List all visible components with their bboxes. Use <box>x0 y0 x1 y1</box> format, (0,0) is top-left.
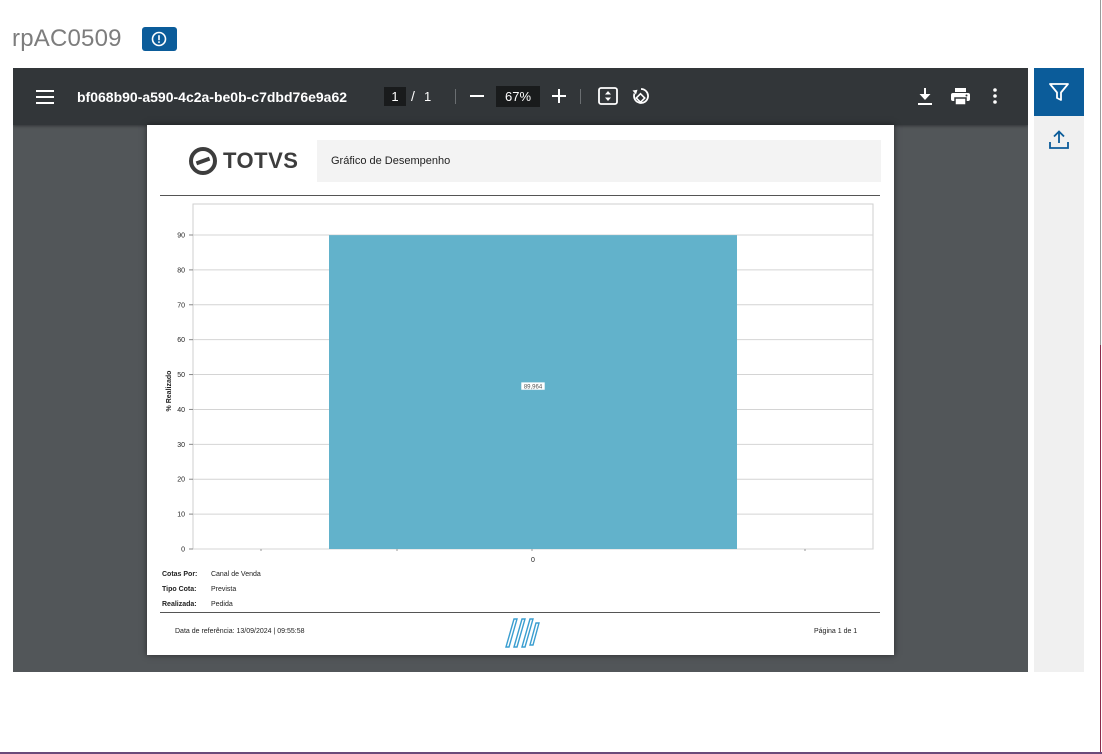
filter-row-cotas: Cotas Por: Canal de Venda <box>162 571 261 578</box>
chart-x-ticks: 0 <box>531 557 535 564</box>
more-vertical-icon <box>993 88 997 104</box>
footer-divider <box>160 612 880 613</box>
filter-value: Canal de Venda <box>210 571 261 578</box>
plus-icon <box>552 89 566 103</box>
data-label: 89,964 <box>524 384 543 390</box>
filter-button[interactable] <box>1034 68 1084 116</box>
y-tick-label: 70 <box>177 302 185 309</box>
upload-icon <box>1049 130 1069 149</box>
chart-bars: 89,964 <box>329 235 737 549</box>
hamburger-menu-icon[interactable] <box>33 85 57 109</box>
filter-label: Realizada: <box>162 601 197 608</box>
filter-value: Pedida <box>210 601 233 608</box>
page-separator: / <box>411 88 415 104</box>
y-tick-label: 0 <box>181 547 185 554</box>
window-right-border-accent <box>1100 345 1101 754</box>
filter-label: Cotas Por: <box>162 571 198 578</box>
download-button[interactable] <box>914 85 936 107</box>
page-number-input[interactable]: 1 <box>384 87 406 106</box>
filter-row-realizada: Realizada: Pedida <box>162 601 233 608</box>
report-page: TOTVS Gráfico de Desempenho 0 10 20 30 40 50 6… <box>147 125 894 655</box>
print-button[interactable] <box>948 85 972 107</box>
reference-date-value: 13/09/2024 | 09:55:58 <box>236 628 305 635</box>
performance-bar-chart: 0 10 20 30 40 50 60 70 80 90 89,964 0 % Realizado <box>166 203 874 564</box>
download-icon <box>918 87 932 105</box>
chart-bar <box>329 235 737 549</box>
y-tick-label: 20 <box>177 477 185 484</box>
y-tick-label: 30 <box>177 442 185 449</box>
y-tick-label: 80 <box>177 267 185 274</box>
y-tick-label: 90 <box>177 233 185 240</box>
reference-date: Data de referência: 13/09/2024 | 09:55:5… <box>175 628 305 635</box>
page-title: rpAC0509 <box>12 25 122 52</box>
pdf-toolbar: bf068b90-a590-4c2a-be0b-c7dbd76e9a62 1 /… <box>13 68 1028 125</box>
rotate-button[interactable] <box>629 85 653 107</box>
fit-page-icon <box>598 87 618 105</box>
chart-y-ticks: 0 10 20 30 40 50 60 70 80 90 <box>177 233 193 554</box>
page-total: 1 <box>424 89 432 104</box>
filter-icon <box>1049 83 1069 101</box>
export-button[interactable] <box>1034 120 1084 160</box>
x-tick-label: 0 <box>531 557 535 564</box>
y-tick-label: 10 <box>177 512 185 519</box>
filter-row-tipo: Tipo Cota: Prevista <box>162 586 236 593</box>
reference-date-label: Data de referência: <box>175 628 235 635</box>
filter-label: Tipo Cota: <box>162 586 197 593</box>
zoom-out-button[interactable] <box>466 85 488 107</box>
toolbar-divider <box>455 89 456 104</box>
filter-value: Prevista <box>210 586 237 593</box>
footer-logo-icon <box>505 618 540 648</box>
y-tick-label: 40 <box>177 407 185 414</box>
side-panel <box>1034 68 1084 672</box>
info-button[interactable] <box>141 27 177 51</box>
toolbar-divider <box>580 89 581 104</box>
y-tick-label: 50 <box>177 372 185 379</box>
zoom-value[interactable]: 67% <box>496 86 540 107</box>
page-indicator: Página 1 de 1 <box>814 628 858 635</box>
more-options-button[interactable] <box>985 85 1005 107</box>
print-icon <box>950 87 970 105</box>
pdf-viewer: bf068b90-a590-4c2a-be0b-c7dbd76e9a62 1 /… <box>13 68 1028 672</box>
zoom-in-button[interactable] <box>548 85 570 107</box>
info-circle-icon <box>151 31 167 47</box>
rotate-icon <box>632 88 649 104</box>
y-tick-label: 60 <box>177 337 185 344</box>
fit-page-button[interactable] <box>597 85 619 107</box>
page-header: rpAC0509 <box>12 22 177 56</box>
document-name: bf068b90-a590-4c2a-be0b-c7dbd76e9a62 <box>77 88 348 105</box>
y-axis-label: % Realizado <box>166 371 173 412</box>
minus-icon <box>470 95 484 97</box>
